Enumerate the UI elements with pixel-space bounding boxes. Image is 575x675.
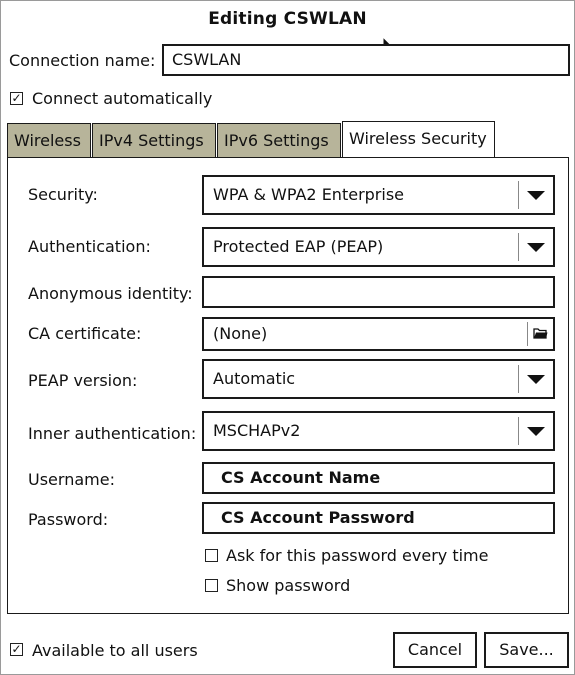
authentication-label: Authentication:: [28, 237, 151, 256]
triangle-down-icon: [527, 191, 545, 200]
tab-wireless-security[interactable]: Wireless Security: [342, 121, 495, 160]
username-input[interactable]: CS Account Name: [202, 462, 555, 494]
check-icon: ✓: [11, 91, 22, 105]
security-combo[interactable]: WPA & WPA2 Enterprise: [202, 175, 555, 215]
combo-separator: [518, 417, 519, 445]
connect-automatically-label: Connect automatically: [32, 89, 213, 108]
inner-authentication-combo[interactable]: MSCHAPv2: [202, 411, 555, 451]
folder-icon: [533, 328, 548, 339]
ca-certificate-value: (None): [213, 324, 268, 343]
security-label: Security:: [28, 185, 98, 204]
combo-separator: [518, 365, 519, 393]
ask-password-checkbox[interactable]: [205, 549, 218, 562]
triangle-down-icon: [527, 243, 545, 252]
cancel-button[interactable]: Cancel: [393, 632, 477, 668]
password-input[interactable]: CS Account Password: [202, 502, 555, 534]
combo-separator: [518, 181, 519, 209]
authentication-combo[interactable]: Protected EAP (PEAP): [202, 227, 555, 267]
wireless-security-panel: Security: WPA & WPA2 Enterprise Authenti…: [7, 157, 569, 614]
available-all-users-checkbox[interactable]: ✓: [10, 643, 23, 656]
peap-version-label: PEAP version:: [28, 371, 138, 390]
edit-connection-dialog: Editing CSWLAN Connection name: CSWLAN ✓…: [0, 0, 575, 675]
tab-ipv6-settings[interactable]: IPv6 Settings: [217, 123, 341, 159]
ask-password-label: Ask for this password every time: [226, 546, 489, 565]
show-password-checkbox[interactable]: [205, 579, 218, 592]
save-button[interactable]: Save...: [484, 632, 569, 668]
combo-separator: [518, 233, 519, 261]
ca-certificate-chooser[interactable]: (None): [202, 317, 555, 351]
check-icon: ✓: [11, 642, 22, 656]
connection-name-input[interactable]: CSWLAN: [162, 44, 570, 76]
peap-version-value: Automatic: [213, 369, 296, 388]
dialog-title: Editing CSWLAN: [208, 9, 367, 29]
triangle-down-icon: [527, 427, 545, 436]
security-value: WPA & WPA2 Enterprise: [213, 185, 404, 204]
connection-name-label: Connection name:: [9, 51, 156, 70]
show-password-label: Show password: [226, 576, 351, 595]
password-label: Password:: [28, 510, 109, 529]
peap-version-combo[interactable]: Automatic: [202, 359, 555, 399]
username-label: Username:: [28, 470, 115, 489]
available-all-users-label: Available to all users: [32, 641, 198, 660]
inner-authentication-value: MSCHAPv2: [213, 421, 301, 440]
triangle-down-icon: [527, 375, 545, 384]
anonymous-identity-label: Anonymous identity:: [28, 284, 193, 303]
authentication-value: Protected EAP (PEAP): [213, 237, 384, 256]
ca-certificate-label: CA certificate:: [28, 324, 142, 343]
tab-wireless[interactable]: Wireless: [7, 123, 91, 159]
connect-automatically-checkbox[interactable]: ✓: [10, 92, 23, 105]
anonymous-identity-input[interactable]: [202, 276, 555, 308]
tab-ipv4-settings[interactable]: IPv4 Settings: [92, 123, 216, 159]
file-chooser-separator: [527, 322, 528, 346]
inner-authentication-label: Inner authentication:: [28, 424, 197, 443]
